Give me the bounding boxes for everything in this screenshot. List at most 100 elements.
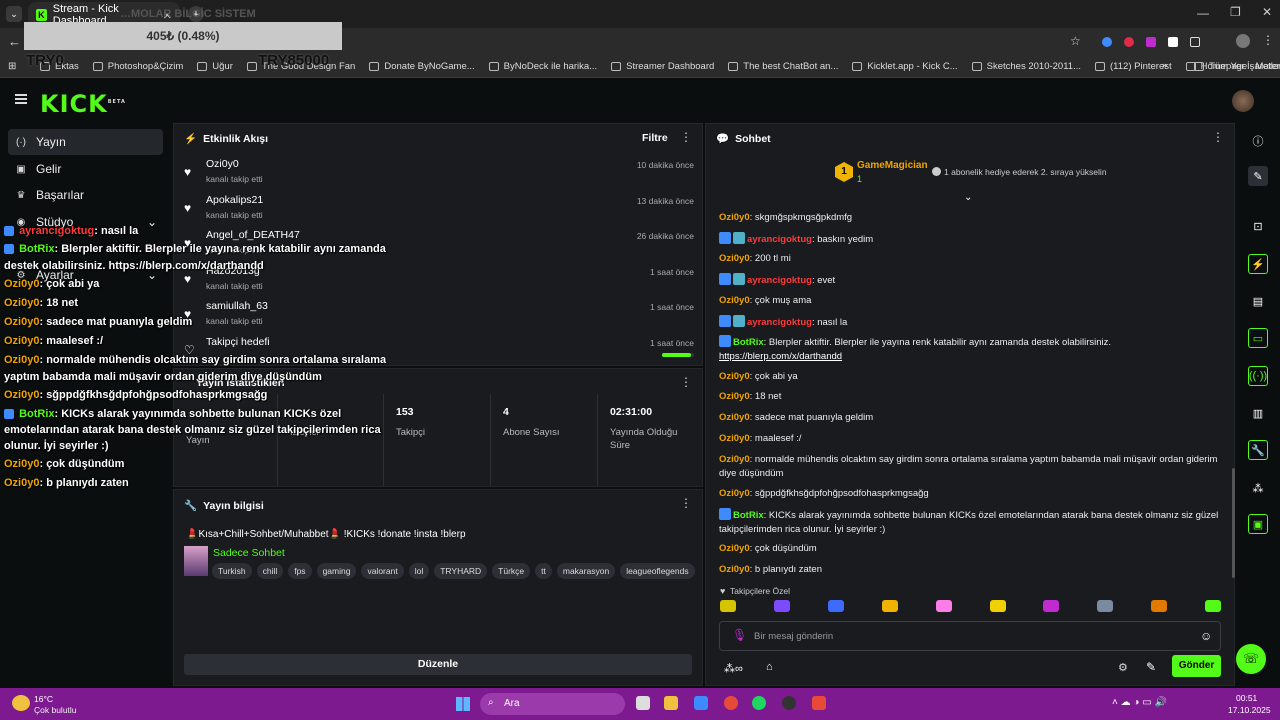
- info-icon[interactable]: ⓘ: [1248, 131, 1268, 151]
- tray-icons[interactable]: ˄ ☁ ◑ ▭ 🔊: [1112, 697, 1167, 708]
- emoji-icon[interactable]: ☺: [1200, 629, 1212, 643]
- stream-tag[interactable]: makarasyon: [556, 563, 616, 579]
- apps-grid-icon[interactable]: ⊞: [8, 61, 16, 72]
- emote[interactable]: [1151, 600, 1167, 612]
- chat-username[interactable]: Ozi0y0: [719, 253, 750, 264]
- tab-menu-button[interactable]: ⌄: [6, 6, 22, 22]
- emote[interactable]: [720, 600, 736, 612]
- emote[interactable]: [882, 600, 898, 612]
- chat-username[interactable]: BotRix: [733, 510, 764, 521]
- kicks-icon[interactable]: ⁂∞: [724, 662, 743, 675]
- stream-tag[interactable]: lol: [408, 563, 430, 579]
- category-thumbnail[interactable]: [184, 546, 208, 576]
- chat-link[interactable]: https://blerp.com/x/darthandd: [719, 351, 842, 362]
- bookmark-item[interactable]: Sketches 2010-2011...: [971, 61, 1081, 72]
- chat-username[interactable]: Ozi0y0: [719, 543, 750, 554]
- settings-icon[interactable]: ⚙: [1118, 661, 1128, 674]
- stream-tag[interactable]: Türkçe: [492, 563, 531, 579]
- menu-icon[interactable]: [15, 94, 27, 104]
- chat-username[interactable]: BotRix: [733, 337, 764, 348]
- event-user[interactable]: Angel_of_DEATH47: [206, 229, 300, 241]
- document-icon[interactable]: ▤: [1248, 291, 1268, 311]
- stream-tag[interactable]: leagueoflegends: [620, 563, 695, 579]
- user-avatar[interactable]: [1232, 90, 1254, 112]
- chat-popout-icon[interactable]: ✎: [1146, 660, 1156, 674]
- kicks-icon[interactable]: ⁂: [1248, 478, 1268, 498]
- chat-username[interactable]: Ozi0y0: [719, 433, 750, 444]
- stream-tag[interactable]: fps: [288, 563, 312, 579]
- bookmark-item[interactable]: The best ChatBot an...: [728, 61, 838, 72]
- emote[interactable]: [1043, 600, 1059, 612]
- edit-button[interactable]: Düzenle: [184, 654, 692, 675]
- bookmark-item[interactable]: Kicklet.app - Kick C...: [852, 61, 958, 72]
- event-user[interactable]: samiullah_63: [206, 300, 268, 312]
- lightning-icon[interactable]: ⚡: [1248, 254, 1268, 274]
- more-options-icon[interactable]: ⋮: [680, 130, 692, 144]
- stream-tag[interactable]: tt: [535, 563, 552, 579]
- chrome-icon[interactable]: [724, 696, 738, 710]
- extension-icons[interactable]: [1102, 37, 1212, 49]
- bookmark-star-icon[interactable]: ☆: [1070, 34, 1081, 48]
- sidebar-item-yayin[interactable]: (·) Yayın: [8, 129, 163, 155]
- back-button[interactable]: ←: [8, 34, 21, 49]
- leaderboard-user[interactable]: GameMagician: [857, 160, 928, 171]
- chat-username[interactable]: Ozi0y0: [719, 391, 750, 402]
- profile-avatar[interactable]: [1236, 34, 1250, 48]
- explorer-icon[interactable]: [664, 696, 678, 710]
- store-icon[interactable]: ⌂: [766, 661, 773, 673]
- bookmarks-more[interactable]: »: [1162, 60, 1167, 71]
- stream-tag[interactable]: valorant: [361, 563, 404, 579]
- kick-logo[interactable]: KICKBETA: [40, 90, 126, 118]
- bookmark-item[interactable]: ByNoDeck ile harika...: [488, 61, 597, 72]
- chat-input[interactable]: 🎙 Bir mesaj gönderin ☺: [719, 621, 1221, 651]
- stream-tag[interactable]: TRYHARD: [434, 563, 488, 579]
- edit-icon[interactable]: ✎: [1248, 166, 1268, 186]
- window-close-button[interactable]: ✕: [1262, 5, 1272, 19]
- app-icon[interactable]: [782, 696, 796, 710]
- stream-tag[interactable]: chill: [256, 563, 284, 579]
- tool-icon[interactable]: 🔧: [1248, 440, 1268, 460]
- capture-icon[interactable]: ⊡: [1248, 216, 1268, 236]
- chat-username[interactable]: Ozi0y0: [719, 488, 750, 499]
- chat-username[interactable]: Ozi0y0: [719, 371, 750, 382]
- bookmark-item[interactable]: Uğur: [197, 61, 233, 72]
- chat-username[interactable]: Ozi0y0: [719, 454, 750, 465]
- stream-tag[interactable]: gaming: [316, 563, 357, 579]
- send-button[interactable]: Gönder: [1172, 655, 1221, 677]
- chat-username[interactable]: ayrancigoktug: [747, 275, 812, 286]
- support-button[interactable]: ☏: [1236, 644, 1266, 674]
- sidebar-item-basarilar[interactable]: ♛ Başarılar: [8, 182, 163, 208]
- browser-menu-icon[interactable]: ⋮: [1262, 33, 1274, 47]
- category-link[interactable]: Sadece Sohbet: [213, 547, 285, 559]
- bookmark-item[interactable]: (112) Pinterest: [1095, 61, 1172, 72]
- image-icon[interactable]: ▣: [1248, 514, 1268, 534]
- stream-tag[interactable]: Turkish: [212, 563, 252, 579]
- chat-username[interactable]: ayrancigoktug: [747, 234, 812, 245]
- bookmark-item[interactable]: Photoshop&Çizim: [92, 61, 183, 72]
- minimize-button[interactable]: —: [1197, 6, 1209, 20]
- filter-button[interactable]: Filtre: [642, 132, 668, 144]
- broadcast-icon[interactable]: ((·)): [1248, 366, 1268, 386]
- event-user[interactable]: Ozi0y0: [206, 158, 239, 170]
- sidebar-item-gelir[interactable]: ▣ Gelir: [8, 156, 163, 182]
- chat-scrollbar[interactable]: [1232, 468, 1235, 578]
- collapse-leaderboard-icon[interactable]: ⌄: [964, 192, 972, 203]
- chat-username[interactable]: ayrancigoktug: [747, 317, 812, 328]
- event-user[interactable]: Apokalips21: [206, 194, 263, 206]
- emote[interactable]: [1205, 600, 1221, 612]
- stack-icon[interactable]: ▥: [1248, 403, 1268, 423]
- store-icon[interactable]: [694, 696, 708, 710]
- more-options-icon[interactable]: ⋮: [1212, 130, 1224, 144]
- vivaldi-icon[interactable]: [812, 696, 826, 710]
- chat-username[interactable]: Ozi0y0: [719, 412, 750, 423]
- spotify-icon[interactable]: [752, 696, 766, 710]
- more-options-icon[interactable]: ⋮: [680, 375, 692, 389]
- bookmark-item[interactable]: Streamer Dashboard: [611, 61, 714, 72]
- chat-username[interactable]: Ozi0y0: [719, 212, 750, 223]
- emote[interactable]: [936, 600, 952, 612]
- all-bookmarks[interactable]: Tüm Yer İşaretleri: [1194, 61, 1280, 72]
- emote[interactable]: [774, 600, 790, 612]
- weather-icon[interactable]: [12, 695, 30, 711]
- taskview-icon[interactable]: [636, 696, 650, 710]
- restore-button[interactable]: ❐: [1230, 5, 1241, 19]
